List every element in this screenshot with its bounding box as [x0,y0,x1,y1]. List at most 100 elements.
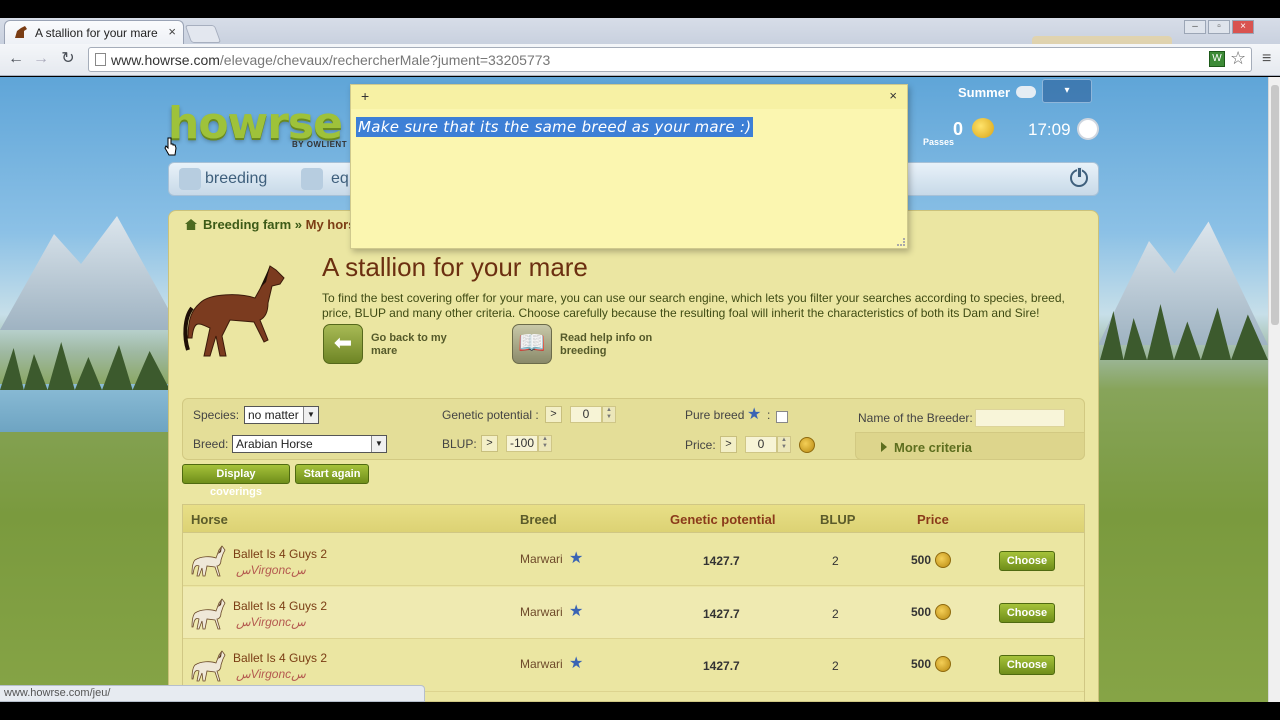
col-price[interactable]: Price [917,512,949,527]
help-label[interactable]: Read help info on breeding [560,332,660,358]
extension-icon[interactable]: W [1209,51,1225,67]
row-price: 500 [911,605,932,619]
reload-icon[interactable]: ↻ [58,49,78,69]
col-blup[interactable]: BLUP [820,512,855,527]
resize-grip-icon[interactable] [897,238,905,246]
nav-item-equestrian[interactable]: eq [331,170,349,188]
forward-arrow-icon[interactable]: → [31,49,51,69]
status-bar: www.howrse.com/jeu/ [0,685,425,702]
more-criteria-toggle[interactable]: More criteria [855,432,1085,460]
maximize-icon[interactable]: ▫ [1208,20,1230,34]
species-label: Species: [193,408,240,422]
pure-breed-star-icon: ★ [569,550,584,567]
blup-operator[interactable]: > [481,435,498,452]
breeder-input[interactable] [975,409,1065,427]
equestrian-icon [301,168,323,190]
back-arrow-button-icon[interactable]: ⬅ [323,324,363,364]
breadcrumb-root[interactable]: Breeding farm [203,217,291,232]
go-back-label[interactable]: Go back to my mare [371,332,471,358]
help-action[interactable]: 📖 Read help info on breeding [512,324,682,364]
window-controls: – ▫ × [1182,20,1254,36]
owner-name[interactable]: سVirgoncس [236,667,306,681]
letterbox-bottom [0,702,1280,720]
species-select[interactable]: no matter ▼ [244,406,319,424]
new-tab-button[interactable] [184,25,222,43]
horse-thumbnail[interactable] [191,649,227,683]
gp-spinner[interactable]: ▲ ▼ [602,406,616,423]
sticky-note-text[interactable]: Make sure that its the same breed as you… [356,117,754,137]
table-header [183,505,1084,533]
minimize-icon[interactable]: – [1184,20,1206,34]
scrollbar-thumb[interactable] [1271,85,1279,325]
language-flag-button[interactable]: ▾ [1042,79,1092,103]
equus-coin-icon [935,656,951,672]
pass-icon[interactable] [972,118,994,138]
bookmark-star-icon[interactable]: ☆ [1230,48,1246,69]
sticky-note-header[interactable] [351,85,907,109]
home-icon[interactable] [185,219,197,230]
horse-thumbnail[interactable] [191,544,227,578]
choose-button[interactable]: Choose [999,603,1055,623]
menu-icon[interactable]: ≡ [1262,50,1271,68]
owner-name[interactable]: سVirgoncس [236,563,306,577]
blup-spinner[interactable]: ▲ ▼ [538,435,552,452]
pure-breed-label: Pure breed [685,408,745,422]
close-note-icon[interactable]: × [889,88,897,103]
gp-operator[interactable]: > [545,406,562,423]
equus-coin-icon [935,552,951,568]
back-arrow-icon[interactable]: ← [6,49,26,69]
gp-input[interactable]: 0 [570,406,602,423]
gp-label: Genetic potential : [442,408,539,422]
chevron-down-icon: ▼ [371,436,386,452]
start-again-button[interactable]: Start again [295,464,369,484]
browser-tab[interactable]: A stallion for your mare × [4,20,184,44]
horse-name-link[interactable]: Ballet Is 4 Guys 2 [233,651,327,665]
blup-input[interactable]: -100 [506,435,538,452]
col-horse: Horse [191,512,228,527]
price-input[interactable]: 0 [745,436,777,453]
breadcrumb: Breeding farm » My hors [185,217,355,232]
horse-thumbnail[interactable] [191,597,227,631]
book-icon[interactable]: 📖 [512,324,552,364]
game-time: 17:09 [1028,120,1071,139]
tab-close-icon[interactable]: × [168,24,176,39]
nav-item-breeding[interactable]: breeding [205,170,267,188]
passes-label: Passes [923,137,955,147]
sticky-note[interactable]: + × Make sure that its the same breed as… [350,84,908,249]
display-coverings-button[interactable]: Display coverings [182,464,290,498]
address-bar[interactable]: www.howrse.com/elevage/chevaux/recherche… [88,47,1252,72]
clock-icon [1077,118,1099,140]
row-genetic-potential: 1427.7 [703,659,740,673]
row-price: 500 [911,553,932,567]
background-tab[interactable] [1032,36,1172,44]
weather-cloud-icon [1016,86,1036,98]
horse-name-link[interactable]: Ballet Is 4 Guys 2 [233,599,327,613]
blup-label: BLUP: [442,437,477,451]
breed-select[interactable]: Arabian Horse ▼ [232,435,387,453]
price-label: Price: [685,438,716,452]
vertical-scrollbar[interactable] [1268,77,1280,702]
pure-breed-checkbox[interactable] [776,411,788,423]
pure-breed-star-icon: ★ [747,406,762,423]
add-note-icon[interactable]: + [361,88,369,104]
horse-name-link[interactable]: Ballet Is 4 Guys 2 [233,547,327,561]
horse-favicon-icon [15,26,27,38]
choose-button[interactable]: Choose [999,551,1055,571]
breed-label: Breed: [193,437,229,451]
logo-subtitle: BY OWLIENT [292,140,348,149]
price-spinner[interactable]: ▲ ▼ [777,436,791,453]
owner-name[interactable]: سVirgoncس [236,615,306,629]
row-price: 500 [911,657,932,671]
col-genetic-potential[interactable]: Genetic potential [670,512,775,527]
equus-coin-icon [935,604,951,620]
pure-breed-star-icon: ★ [569,603,584,620]
choose-button[interactable]: Choose [999,655,1055,675]
row-breed: Marwari [520,552,563,566]
price-operator[interactable]: > [720,436,737,453]
close-window-icon[interactable]: × [1232,20,1254,34]
letterbox-top [0,0,1280,18]
go-back-action[interactable]: ⬅ Go back to my mare [323,324,493,364]
logout-power-icon[interactable] [1070,167,1088,187]
breadcrumb-current[interactable]: My hors [306,217,356,232]
row-blup: 2 [832,607,839,621]
